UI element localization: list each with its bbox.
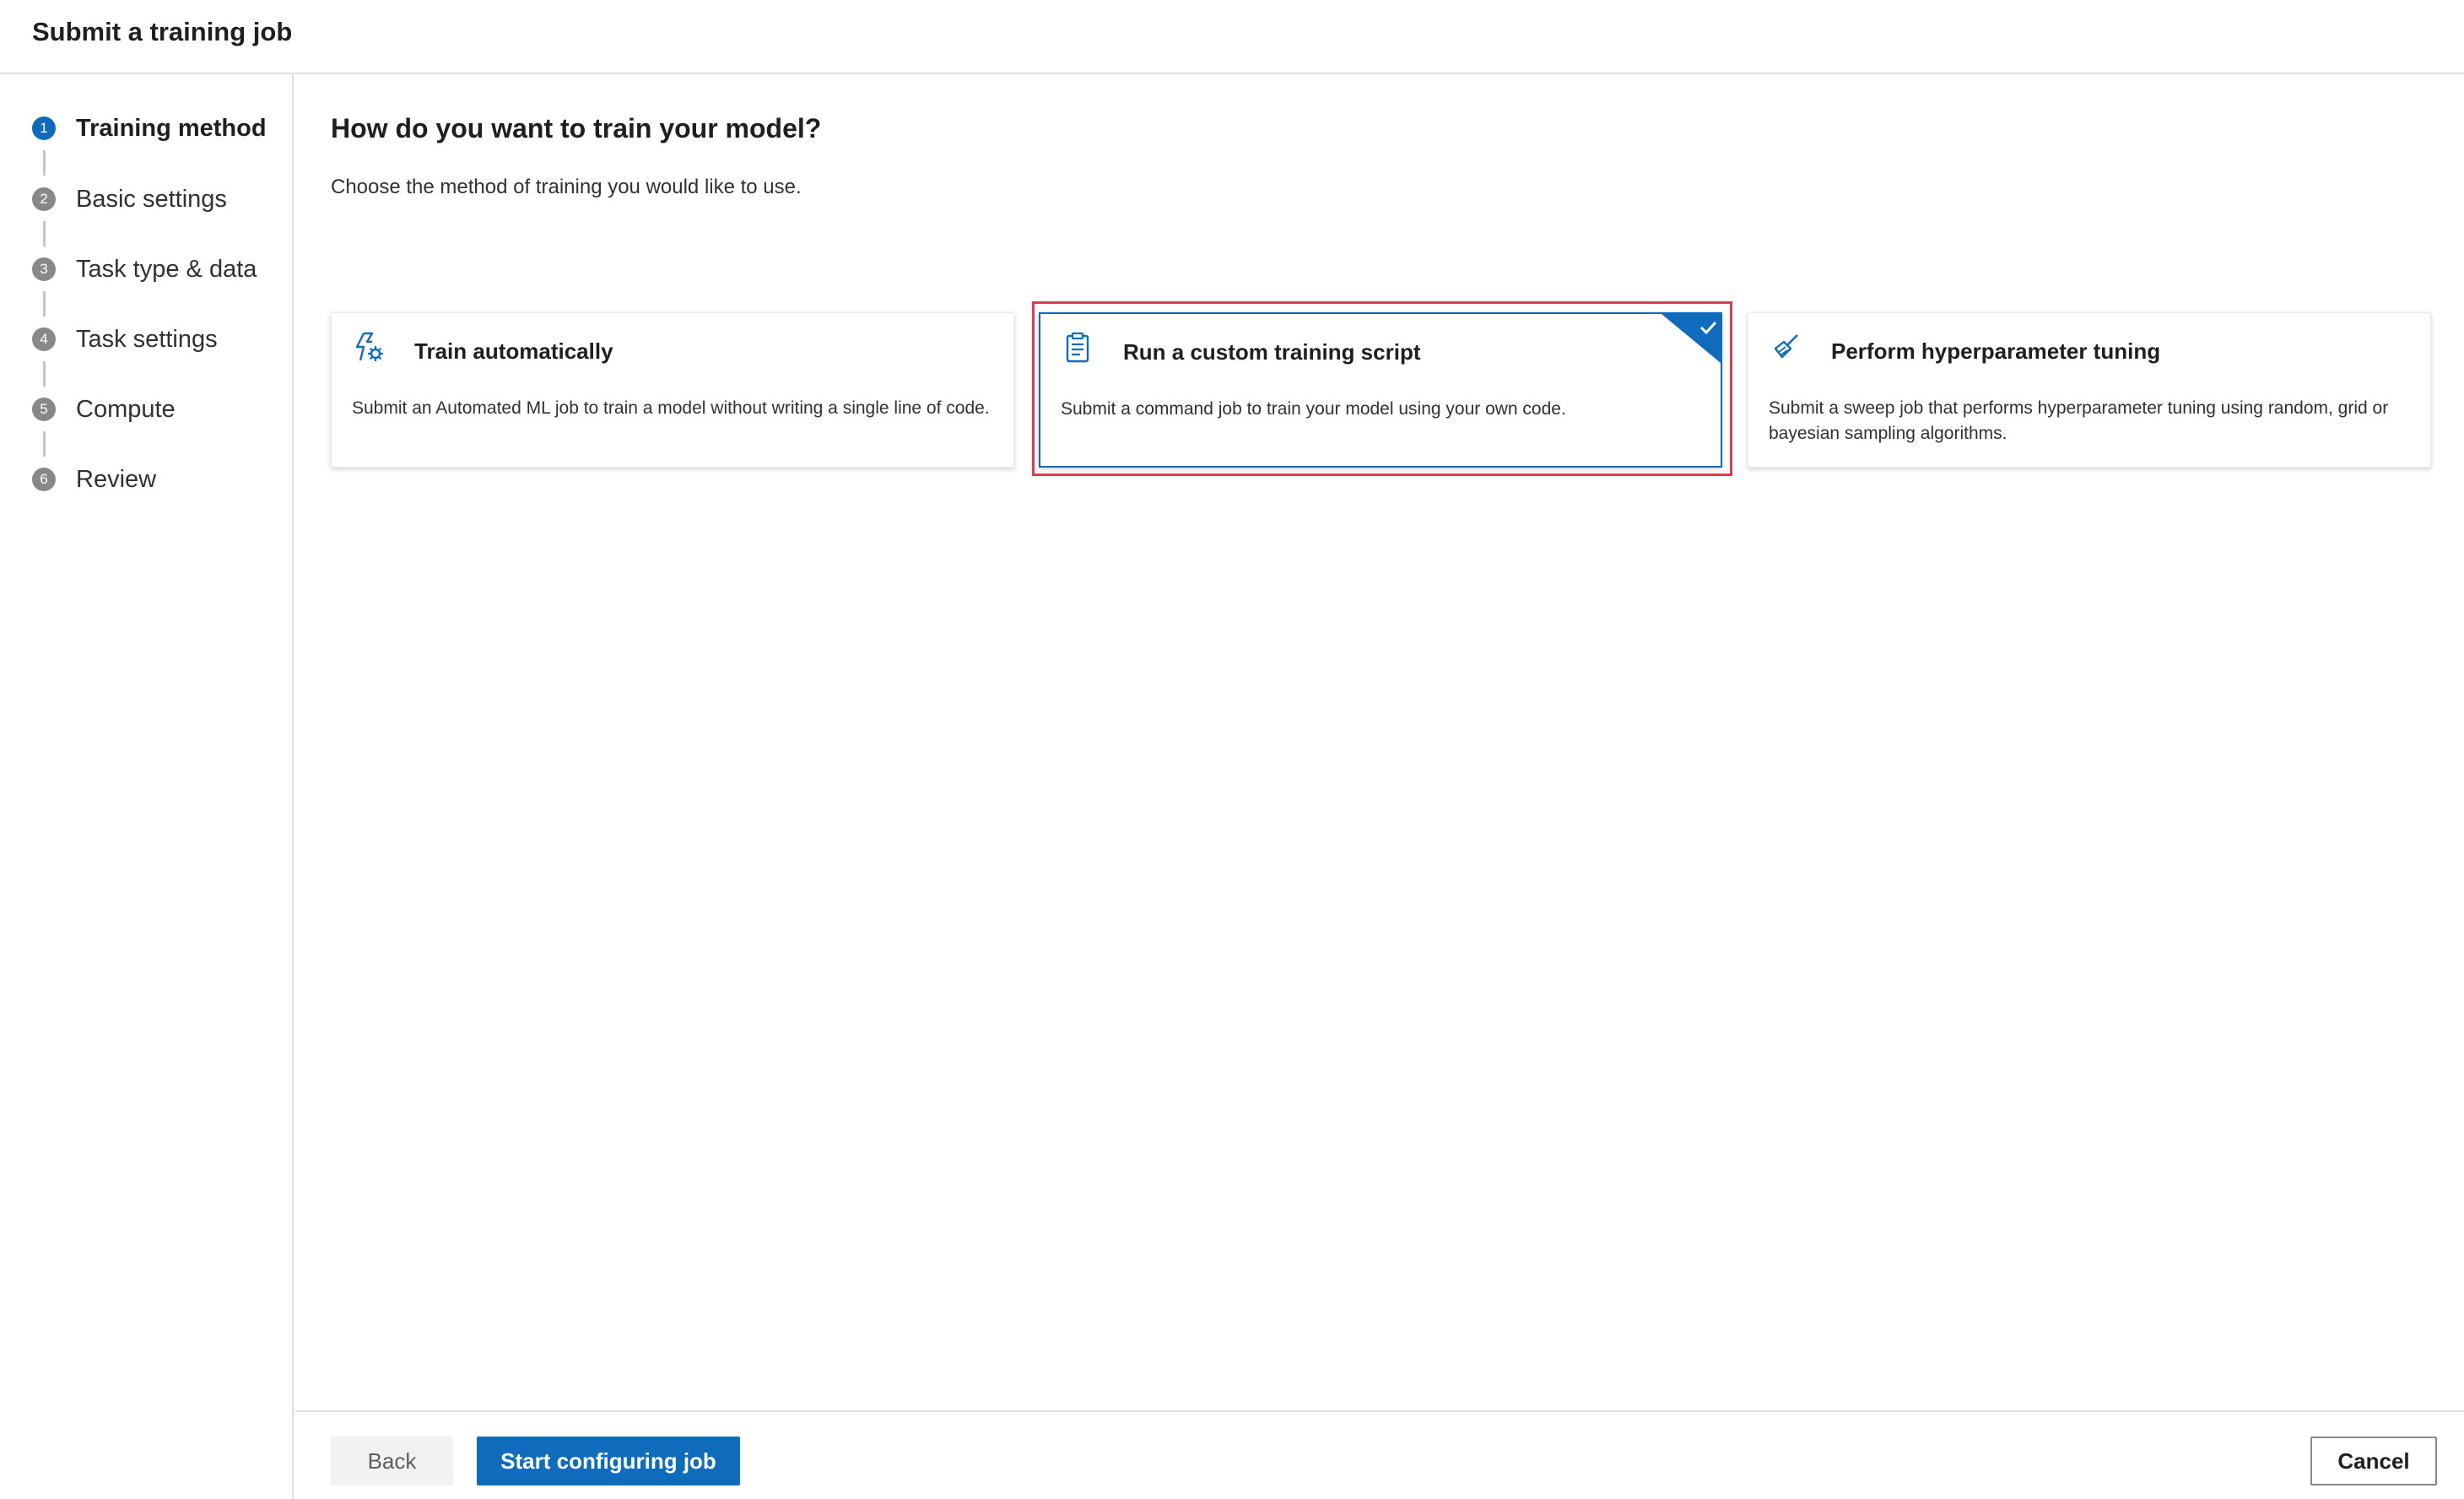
cancel-button[interactable]: Cancel [2310,1437,2437,1485]
card-description: Submit an Automated ML job to train a mo… [352,396,997,421]
sweep-brush-icon [1769,330,1802,364]
step-label: Compute [76,396,176,424]
step-connector [43,221,46,246]
start-configuring-job-button[interactable]: Start configuring job [477,1437,740,1485]
step-task-settings[interactable]: 4 Task settings [32,321,218,358]
section-heading: How do you want to train your model? [331,113,821,144]
card-perform-hyperparameter-tuning[interactable]: Perform hyperparameter tuning Submit a s… [1748,312,2431,468]
card-title: Train automatically [414,338,613,365]
step-connector [43,291,46,317]
step-compute[interactable]: 5 Compute [32,391,176,428]
step-label: Training method [76,115,267,143]
step-connector [43,361,46,387]
step-number-badge: 2 [32,187,56,211]
step-number-badge: 3 [32,257,56,281]
back-button[interactable]: Back [331,1437,453,1485]
step-number-badge: 1 [32,116,56,140]
card-description: Submit a sweep job that performs hyperpa… [1769,396,2413,446]
card-title: Perform hyperparameter tuning [1831,338,2160,365]
wizard-steps-sidebar: 1 Training method 2 Basic settings 3 Tas… [0,74,294,1499]
step-basic-settings[interactable]: 2 Basic settings [32,181,227,218]
header-bar: Submit a training job [0,0,2464,74]
step-number-badge: 4 [32,327,56,351]
step-label: Task settings [76,326,218,354]
card-train-automatically[interactable]: Train automatically Submit an Automated … [331,312,1014,468]
section-subheading: Choose the method of training you would … [331,176,802,199]
step-training-method[interactable]: 1 Training method [32,110,267,147]
selection-highlight-box [1032,301,1732,476]
step-connector [43,150,46,176]
step-review[interactable]: 6 Review [32,461,156,498]
step-number-badge: 5 [32,398,56,421]
step-label: Task type & data [76,256,257,284]
step-number-badge: 6 [32,468,56,491]
step-connector [43,431,46,457]
step-task-type-data[interactable]: 3 Task type & data [32,251,257,288]
step-label: Basic settings [76,186,227,214]
step-label: Review [76,466,156,494]
page-title: Submit a training job [32,17,292,47]
automl-bolt-gear-icon [352,330,386,364]
